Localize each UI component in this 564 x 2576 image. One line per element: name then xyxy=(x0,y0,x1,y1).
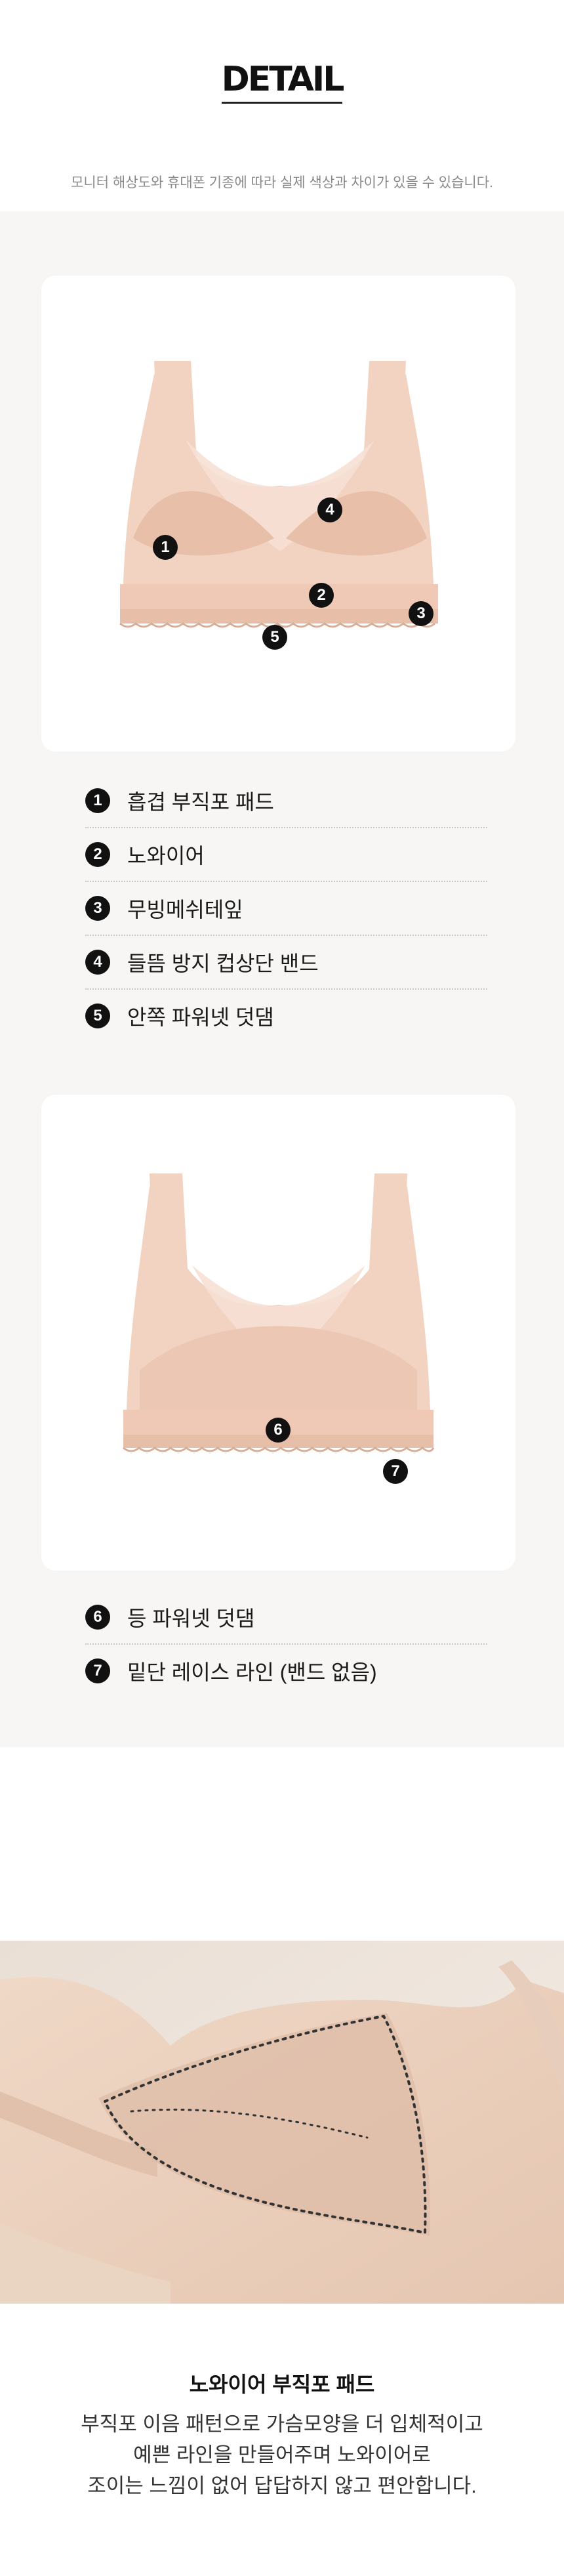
marker-3: 3 xyxy=(409,601,433,626)
feature-line: 부직포 이음 패턴으로 가슴모양을 더 입체적이고 xyxy=(81,2413,483,2436)
legend-number: 5 xyxy=(85,1003,110,1028)
feature-description: 부직포 이음 패턴으로 가슴모양을 더 입체적이고 예쁜 라인을 만들어주며 노… xyxy=(0,2409,564,2501)
legend-number: 1 xyxy=(85,788,110,813)
back-detail-card: 6 7 xyxy=(41,1095,515,1571)
legend-number: 2 xyxy=(85,842,110,867)
feature-line: 조이는 느낌이 없어 답답하지 않고 편안합니다. xyxy=(87,2474,477,2497)
front-bra-illustration xyxy=(119,361,438,628)
legend-item: 5 안쪽 파워넷 덧댐 xyxy=(85,990,487,1042)
legend-number: 4 xyxy=(85,950,110,975)
legend-item: 7 밑단 레이스 라인 (밴드 없음) xyxy=(85,1645,487,1697)
pad-closeup-photo xyxy=(0,1941,564,2304)
front-legend: 1 흡겹 부직포 패드 2 노와이어 3 무빙메쉬테잎 4 들뜸 방지 컵상단 … xyxy=(85,774,487,1042)
legend-label: 무빙메쉬테잎 xyxy=(127,898,243,921)
feature-title: 노와이어 부직포 패드 xyxy=(189,2373,375,2396)
feature-line: 예쁜 라인을 만들어주며 노와이어로 xyxy=(133,2443,431,2466)
legend-label: 안쪽 파워넷 덧댐 xyxy=(127,1005,274,1029)
legend-label: 들뜸 방지 컵상단 밴드 xyxy=(127,952,319,975)
marker-1: 1 xyxy=(153,535,178,560)
legend-item: 1 흡겹 부직포 패드 xyxy=(85,774,487,828)
marker-5: 5 xyxy=(262,625,287,650)
header: DETAIL xyxy=(0,62,564,104)
marker-6: 6 xyxy=(266,1418,291,1443)
legend-label: 등 파워넷 덧댐 xyxy=(127,1607,255,1630)
back-bra-illustration xyxy=(123,1173,435,1452)
legend-item: 4 들뜸 방지 컵상단 밴드 xyxy=(85,936,487,990)
legend-number: 3 xyxy=(85,896,110,921)
front-detail-card: 1 2 3 4 5 xyxy=(41,276,515,751)
lace-hem xyxy=(120,609,438,623)
legend-label: 흡겹 부직포 패드 xyxy=(127,790,274,814)
legend-number: 7 xyxy=(85,1658,110,1683)
underband xyxy=(120,584,438,609)
marker-2: 2 xyxy=(309,583,334,608)
back-legend: 6 등 파워넷 덧댐 7 밑단 레이스 라인 (밴드 없음) xyxy=(85,1591,487,1697)
legend-number: 6 xyxy=(85,1605,110,1630)
legend-label: 노와이어 xyxy=(127,844,205,868)
page-title: DETAIL xyxy=(221,62,344,104)
pad-closeup-illustration xyxy=(0,1941,564,2304)
marker-7: 7 xyxy=(383,1459,408,1484)
legend-item: 2 노와이어 xyxy=(85,828,487,882)
lace-edge xyxy=(123,1446,435,1452)
marker-4: 4 xyxy=(317,497,342,522)
legend-label: 밑단 레이스 라인 (밴드 없음) xyxy=(127,1660,377,1684)
legend-item: 6 등 파워넷 덧댐 xyxy=(85,1591,487,1645)
color-notice: 모니터 해상도와 휴대폰 기종에 따라 실제 색상과 차이가 있을 수 있습니다… xyxy=(71,175,493,190)
legend-item: 3 무빙메쉬테잎 xyxy=(85,882,487,936)
